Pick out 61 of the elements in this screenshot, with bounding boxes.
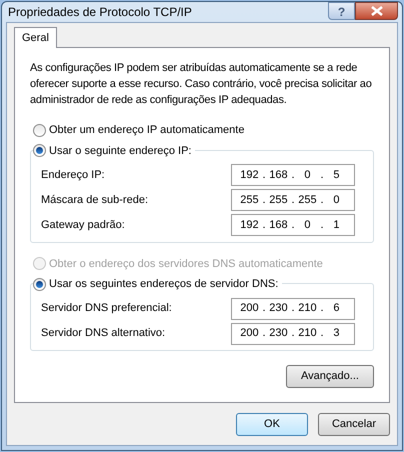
- dialog-button[interactable]: OK: [236, 413, 308, 436]
- ip-octet: 200: [239, 326, 260, 342]
- ip-address-field[interactable]: 200 . 230 . 210 . 6: [231, 298, 355, 320]
- tab[interactable]: Geral: [14, 27, 57, 48]
- advanced-button[interactable]: Avançado...: [286, 365, 374, 388]
- ip-separator: .: [320, 301, 324, 316]
- close-icon: [370, 6, 382, 16]
- ip-address-field[interactable]: 192 . 168 . 0 . 1: [231, 214, 355, 236]
- field-label: Servidor DNS preferencial:: [41, 301, 172, 316]
- field-label: Servidor DNS alternativo:: [41, 326, 166, 342]
- ip-octet: 168: [268, 218, 288, 233]
- ip-octet: 168: [268, 168, 288, 183]
- ip-octet: 210: [297, 326, 318, 342]
- ip-address-field[interactable]: 192 . 168 . 0 . 5: [231, 164, 355, 186]
- ip-octet: 192: [239, 168, 260, 183]
- ip-separator: .: [320, 218, 324, 233]
- ip-octet: 255: [268, 192, 288, 208]
- ip-separator: .: [320, 326, 324, 342]
- ip-octet: 0: [303, 168, 312, 183]
- field-label: Endereço IP:: [41, 168, 105, 183]
- ip-separator: .: [262, 218, 266, 233]
- ip-separator: .: [262, 301, 266, 316]
- dialog-button[interactable]: Cancelar: [318, 413, 390, 436]
- ip-separator: .: [291, 192, 295, 208]
- ip-octet: 230: [268, 326, 288, 342]
- radio-label: Usar o seguinte endereço IP:: [49, 144, 192, 158]
- ip-separator: .: [291, 218, 295, 233]
- ip-octet: 3: [332, 326, 341, 342]
- ip-separator: .: [320, 192, 324, 208]
- field-label: Gateway padrão:: [41, 218, 125, 233]
- radio-label: Obter um endereço IP automaticamente: [49, 123, 244, 138]
- field-label: Máscara de sub-rede:: [41, 192, 148, 208]
- ip-octet: 1: [332, 218, 341, 233]
- ip-octet: 192: [239, 218, 260, 233]
- radio-button[interactable]: [33, 278, 46, 291]
- ip-octet: 6: [332, 301, 341, 316]
- ip-separator: .: [262, 326, 266, 342]
- help-button[interactable]: ?: [328, 2, 355, 20]
- ip-separator: .: [262, 192, 266, 208]
- ip-separator: .: [291, 301, 295, 316]
- ip-octet: 255: [297, 192, 318, 208]
- window-title: Propriedades de Protocolo TCP/IP: [7, 4, 192, 21]
- ip-octet: 255: [239, 192, 260, 208]
- ip-octet: 210: [297, 301, 318, 316]
- radio-button[interactable]: [33, 144, 46, 158]
- ip-address-field[interactable]: 255 . 255 . 255 . 0: [231, 189, 355, 211]
- ip-separator: .: [320, 168, 324, 183]
- ip-separator: .: [291, 326, 295, 342]
- description-text: As configurações IP podem ser atribuídas automaticamente se a rede oferecer suporte a esse recurso. Caso contrário, você precisa solicitar ao administrador de rede as configurações IP adequadas.: [30, 61, 373, 108]
- ip-separator: .: [262, 168, 266, 183]
- radio-label: Usar os seguintes endereços de servidor DNS:: [49, 277, 278, 292]
- radio-label: Obter o endereço dos servidores DNS automaticamente: [49, 256, 323, 272]
- ip-separator: .: [291, 168, 295, 183]
- ip-octet: 0: [332, 192, 341, 208]
- radio-button[interactable]: [33, 124, 46, 137]
- ip-octet: 200: [239, 301, 260, 316]
- ip-octet: 0: [303, 218, 312, 233]
- ip-octet: 230: [268, 301, 288, 316]
- ip-address-field[interactable]: 200 . 230 . 210 . 3: [231, 322, 355, 344]
- close-button[interactable]: [355, 2, 398, 20]
- ip-octet: 5: [332, 168, 341, 183]
